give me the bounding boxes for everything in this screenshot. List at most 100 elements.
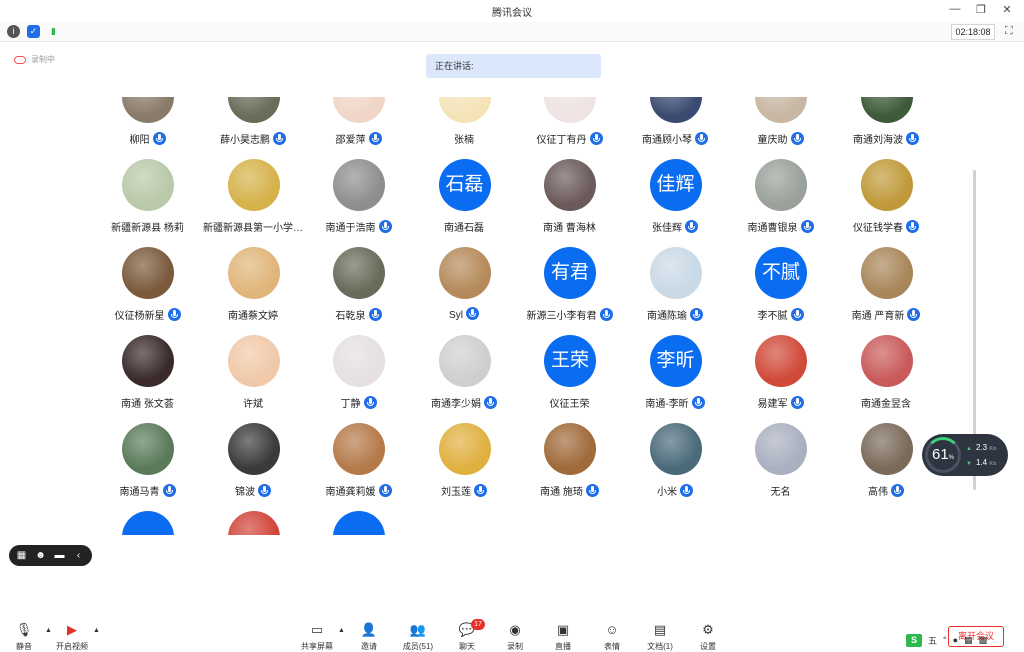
participant-tile[interactable]: 南通 曹海林	[517, 159, 622, 243]
avatar	[333, 159, 385, 211]
fullscreen-icon[interactable]: ⛶	[1005, 25, 1017, 37]
invite-button[interactable]: 👤 邀请	[347, 622, 391, 652]
participant-tile[interactable]	[95, 511, 200, 535]
emoji-icon[interactable]: ☻	[34, 550, 47, 561]
participant-tile[interactable]: 南通马青	[95, 423, 200, 507]
restore-button[interactable]: ❐	[974, 3, 988, 16]
bottom-toolbar: 🎙 静音 ▲ ▶ 开启视频 ▲ ▭ 共享屏幕 ▲ 👤 邀请 👥 成员(51) 1…	[0, 612, 1024, 651]
record-button[interactable]: ◉ 录制	[493, 622, 537, 652]
participant-name: 丁静	[340, 399, 361, 410]
network-widget[interactable]: 61% ▲ 2.3 K/s ▼ 1.4 K/s	[922, 434, 1008, 476]
participant-tile[interactable]: 新疆新源县第一小学…	[201, 159, 306, 243]
mute-button[interactable]: 🎙 静音	[2, 622, 46, 652]
participant-tile[interactable]: 南通蔡文婷	[201, 247, 306, 331]
meeting-timer: 02:18:08	[951, 24, 995, 40]
participant-tile[interactable]: 柳阳	[95, 97, 200, 155]
video-button[interactable]: ▶ 开启视频	[50, 622, 94, 652]
participant-tile[interactable]: 仪征钱学春	[834, 159, 939, 243]
participant-tile[interactable]	[306, 511, 411, 535]
video-options-caret[interactable]: ▲	[93, 627, 100, 634]
participant-name-line: 仪征杨新星	[95, 307, 200, 322]
ime-punct-icon[interactable]: °	[943, 635, 947, 645]
participant-name-line: 薛小昊志鹏	[201, 131, 306, 146]
participant-tile[interactable]: 高伟	[834, 423, 939, 507]
settings-button[interactable]: ⚙ 设置	[686, 622, 730, 652]
share-screen-icon: ▭	[310, 622, 324, 637]
participant-tile[interactable]: 南通于浩南	[306, 159, 411, 243]
participant-name-line: 丁静	[306, 395, 411, 410]
participant-tile[interactable]: 许斌	[201, 335, 306, 419]
participant-tile[interactable]: 童庆助	[728, 97, 833, 155]
participant-name-line: 南通马青	[95, 483, 200, 498]
share-screen-button[interactable]: ▭ 共享屏幕	[295, 622, 339, 652]
participant-tile[interactable]: 丁静	[306, 335, 411, 419]
participant-tile[interactable]: 仪征杨新星	[95, 247, 200, 331]
avatar	[755, 423, 807, 475]
participant-tile[interactable]: 王荣 仪征王荣	[517, 335, 622, 419]
ime-keyboard-icon[interactable]: ▦	[964, 635, 973, 646]
info-icon[interactable]: i	[7, 25, 20, 38]
share-options-caret[interactable]: ▲	[338, 627, 345, 634]
participant-tile[interactable]: 薛小昊志鹏	[201, 97, 306, 155]
participant-tile[interactable]: 张楠	[412, 97, 517, 155]
reactions-button[interactable]: ☺ 表情	[590, 622, 634, 652]
participant-name-line: 柳阳	[95, 131, 200, 146]
sogou-ime-icon[interactable]: S	[906, 633, 922, 647]
participant-tile[interactable]: 南通李少娟	[412, 335, 517, 419]
participant-tile[interactable]: 南通金昱含	[834, 335, 939, 419]
avatar	[227, 423, 280, 475]
microphone-icon	[891, 484, 904, 497]
upload-speed: ▲ 2.3 K/s	[966, 443, 997, 452]
avatar	[333, 97, 385, 123]
participant-tile[interactable]: 邵爱萍	[306, 97, 411, 155]
participant-tile[interactable]	[201, 511, 306, 535]
participant-tile[interactable]: 有君 新源三小李有君	[517, 247, 622, 331]
ime-mic-icon[interactable]: ●	[953, 635, 958, 645]
participant-tile[interactable]: 石乾泉	[306, 247, 411, 331]
participant-tile[interactable]: 佳辉 张佳辉	[623, 159, 728, 243]
participant-name-line: 南通 严育新	[834, 307, 939, 322]
participant-tile[interactable]: 南通龚莉媛	[306, 423, 411, 507]
ime-toolbar: S 五 ° ● ▦ ▩	[906, 633, 1024, 647]
microphone-icon	[790, 308, 804, 321]
layout-grid-icon[interactable]: ▦	[15, 550, 28, 561]
participant-tile[interactable]: 南通 张文荟	[95, 335, 200, 419]
microphone-icon	[378, 220, 392, 233]
close-button[interactable]: ✕	[1000, 3, 1014, 16]
participant-tile[interactable]: 石磊 南通石磊	[412, 159, 517, 243]
participant-tile[interactable]: 南通 严育新	[834, 247, 939, 331]
collapse-icon[interactable]: ‹	[72, 550, 85, 561]
participant-tile[interactable]: 南通 施琦	[517, 423, 622, 507]
participant-tile[interactable]: 不腻 李不腻	[728, 247, 833, 331]
participant-tile[interactable]: 易建军	[728, 335, 833, 419]
participant-tile[interactable]: 南通曹银泉	[728, 159, 833, 243]
ime-skin-icon[interactable]: ▩	[979, 635, 988, 646]
participant-tile[interactable]: 锦波	[201, 423, 306, 507]
chat-bubble-icon[interactable]: ▬	[53, 550, 66, 561]
participant-tile[interactable]: Syl	[412, 247, 517, 331]
cloud-record-icon	[14, 55, 26, 64]
participant-name: 柳阳	[129, 135, 150, 146]
chat-button[interactable]: 17 💬 聊天	[445, 619, 489, 652]
avatar	[649, 97, 702, 123]
participant-tile[interactable]: 南通刘海波	[834, 97, 939, 155]
documents-button[interactable]: ▤ 文档(1)	[638, 622, 682, 652]
participant-tile[interactable]: 无名	[728, 423, 833, 507]
shield-icon[interactable]: ✓	[27, 25, 40, 38]
avatar	[544, 97, 596, 123]
participant-name-line: 小米	[623, 483, 728, 498]
participant-tile[interactable]: 南通顾小琴	[623, 97, 728, 155]
participant-tile[interactable]: 小米	[623, 423, 728, 507]
minimize-button[interactable]: —	[948, 3, 962, 16]
participant-tile[interactable]: 南通陈瑜	[623, 247, 728, 331]
participant-tile[interactable]: 李昕 南通-李昕	[623, 335, 728, 419]
participant-tile[interactable]: 刘玉莲	[412, 423, 517, 507]
avatar	[122, 97, 174, 123]
participant-tile[interactable]: 仪征丁有丹	[517, 97, 622, 155]
participant-tile[interactable]: 新疆新源县 杨莉	[95, 159, 200, 243]
signal-icon[interactable]: ▮	[47, 25, 60, 38]
participant-name: 南通 严育新	[851, 311, 905, 322]
members-button[interactable]: 👥 成员(51)	[396, 622, 440, 652]
live-button[interactable]: ▣ 直播	[541, 622, 585, 652]
ime-mode-label[interactable]: 五	[928, 634, 937, 647]
